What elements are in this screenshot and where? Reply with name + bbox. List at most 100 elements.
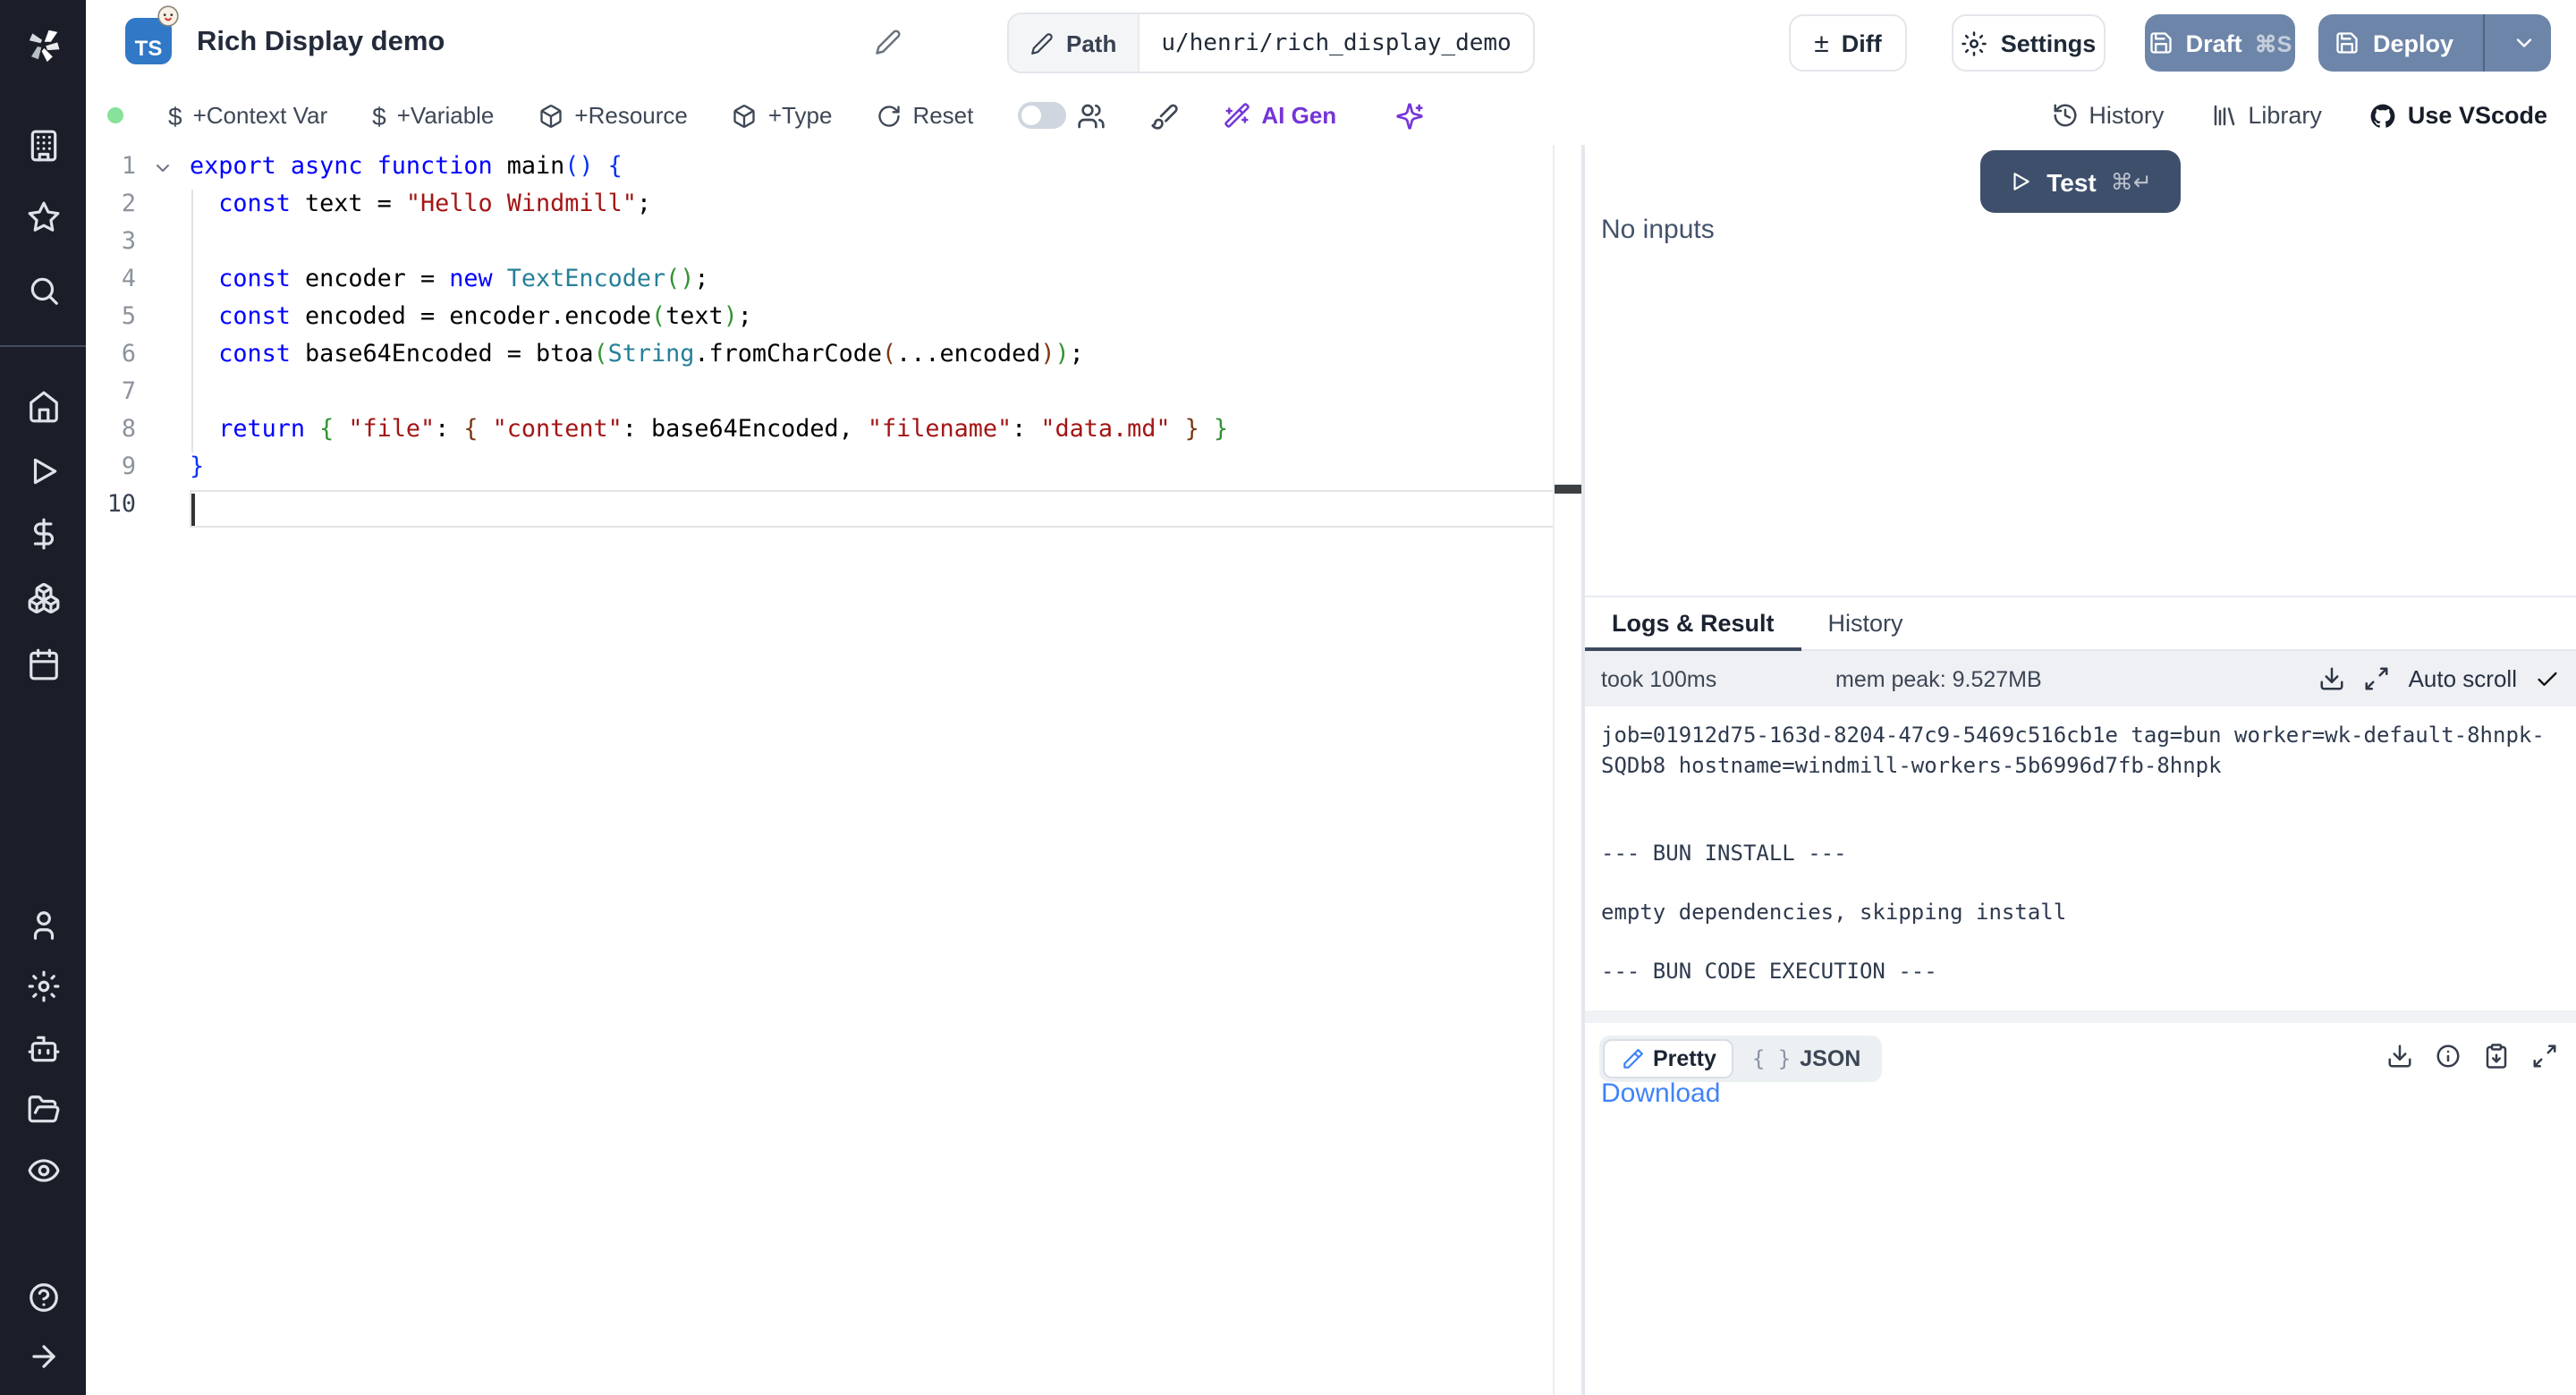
fold-gutter — [136, 299, 190, 336]
deploy-main[interactable]: Deploy — [2318, 14, 2470, 72]
sidebar-item-help[interactable] — [0, 1268, 86, 1325]
add-variable-button[interactable]: $ +Variable — [372, 101, 494, 130]
overview-ruler[interactable] — [1553, 145, 1581, 1395]
copy-result-icon[interactable] — [2483, 1043, 2510, 1070]
save-icon — [2335, 30, 2360, 55]
dollar-icon — [26, 516, 60, 550]
result-view-switch: Pretty { } JSON — [1599, 1036, 1882, 1082]
path-button[interactable]: Path u/henri/rich_display_demo — [1007, 13, 1535, 73]
no-inputs-text: No inputs — [1601, 215, 1715, 245]
sidebar-item-workspace[interactable] — [0, 116, 86, 173]
code-line[interactable]: 5 const encoded = encoder.encode(text); — [86, 299, 1581, 336]
fold-gutter — [136, 148, 190, 186]
windmill-script-editor: TS Rich Display demo Path u/henri/rich_d… — [0, 0, 2576, 1395]
edit-title-button[interactable] — [875, 29, 902, 55]
code-text[interactable]: const text = "Hello Windmill"; — [190, 186, 1581, 224]
code-line[interactable]: 2 const text = "Hello Windmill"; — [86, 186, 1581, 224]
sidebar-expand[interactable] — [0, 1327, 86, 1384]
test-label: Test — [2046, 167, 2097, 196]
windmill-logo[interactable] — [0, 16, 86, 73]
download-result-icon[interactable] — [2386, 1043, 2413, 1070]
folder-open-icon — [26, 1092, 60, 1126]
history-icon — [2051, 102, 2078, 129]
settings-button[interactable]: Settings — [1952, 14, 2106, 72]
ai-sparkles-button[interactable] — [1395, 101, 1424, 130]
type-label: +Type — [768, 102, 833, 129]
fold-gutter — [136, 411, 190, 449]
code-text[interactable]: return { "file": { "content": base64Enco… — [190, 411, 1581, 449]
job-logs[interactable]: job=01912d75-163d-8204-47c9-5469c516cb1e… — [1585, 706, 2576, 1010]
code-text[interactable]: const encoded = encoder.encode(text); — [190, 299, 1581, 336]
diff-button[interactable]: ± Diff — [1789, 14, 1907, 72]
logs-result-splitter[interactable] — [1585, 1010, 2576, 1023]
info-icon[interactable] — [2435, 1043, 2462, 1070]
ai-gen-button[interactable]: AI Gen — [1224, 102, 1336, 129]
diff-mode-toggle[interactable] — [1018, 102, 1066, 129]
sidebar-item-schedules[interactable] — [0, 635, 86, 692]
context-var-label: +Context Var — [193, 102, 328, 129]
sidebar-item-favorites[interactable] — [0, 188, 86, 245]
code-line[interactable]: 8 return { "file": { "content": base64En… — [86, 411, 1581, 449]
tab-logs-result[interactable]: Logs & Result — [1585, 597, 1801, 649]
library-button[interactable]: Library — [2210, 102, 2322, 129]
sidebar-item-runs[interactable] — [0, 442, 86, 499]
download-file-link[interactable]: Download — [1601, 1078, 1720, 1109]
code-line[interactable]: 1export async function main() { — [86, 148, 1581, 186]
code-line[interactable]: 9} — [86, 449, 1581, 486]
code-line[interactable]: 6 const base64Encoded = btoa(String.from… — [86, 336, 1581, 374]
code-line[interactable]: 3 — [86, 224, 1581, 261]
sidebar-item-audit-logs[interactable] — [0, 1141, 86, 1198]
code-line[interactable]: 7 — [86, 374, 1581, 411]
code-text[interactable] — [190, 486, 1581, 524]
code-line[interactable]: 4 const encoder = new TextEncoder(); — [86, 261, 1581, 299]
run-statusbar: took 100ms mem peak: 9.527MB Auto scroll — [1585, 651, 2576, 706]
code-line[interactable]: 10 — [86, 486, 1581, 524]
add-resource-button[interactable]: +Resource — [538, 102, 687, 129]
code-text[interactable] — [190, 224, 1581, 261]
download-logs-icon[interactable] — [2319, 665, 2346, 692]
sidebar-item-search[interactable] — [0, 261, 86, 318]
package-icon — [733, 103, 758, 128]
code-text[interactable] — [190, 374, 1581, 411]
sidebar-item-settings[interactable] — [0, 957, 86, 1014]
view-pretty-button[interactable]: Pretty — [1603, 1039, 1734, 1078]
sidebar-item-users[interactable] — [0, 896, 86, 953]
history-button[interactable]: History — [2051, 102, 2164, 129]
reset-button[interactable]: Reset — [877, 102, 973, 129]
code-text[interactable]: const encoder = new TextEncoder(); — [190, 261, 1581, 299]
json-label: JSON — [1800, 1046, 1860, 1071]
sidebar-item-home[interactable] — [0, 377, 86, 435]
tab-history[interactable]: History — [1801, 597, 1930, 649]
sidebar-item-variables[interactable] — [0, 504, 86, 562]
save-draft-button[interactable]: Draft ⌘S — [2145, 14, 2295, 72]
expand-logs-icon[interactable] — [2364, 665, 2391, 692]
toolbar-right: History Library Use VScode — [2051, 101, 2576, 130]
test-button[interactable]: Test ⌘↵ — [1980, 150, 2181, 213]
auto-scroll-check-icon[interactable] — [2535, 666, 2560, 691]
fold-chevron-icon[interactable] — [152, 156, 174, 178]
sidebar-item-resources[interactable] — [0, 569, 86, 626]
collaborators-button[interactable] — [1077, 101, 1106, 130]
format-button[interactable] — [1150, 101, 1179, 130]
deploy-dropdown[interactable] — [2497, 14, 2551, 72]
code-text[interactable]: const base64Encoded = btoa(String.fromCh… — [190, 336, 1581, 374]
calendar-icon — [26, 647, 60, 681]
code-text[interactable]: } — [190, 449, 1581, 486]
expand-result-icon[interactable] — [2531, 1043, 2558, 1070]
code-text[interactable]: export async function main() { — [190, 148, 1581, 186]
sidebar-item-folders[interactable] — [0, 1080, 86, 1137]
deploy-button[interactable]: Deploy — [2318, 14, 2551, 72]
duration-text: took 100ms — [1601, 666, 1716, 691]
reset-label: Reset — [912, 102, 973, 129]
add-context-var-button[interactable]: $ +Context Var — [168, 101, 327, 130]
line-number: 7 — [86, 374, 136, 411]
sidebar-item-workers[interactable] — [0, 1019, 86, 1077]
code-editor[interactable]: 1export async function main() {2 const t… — [86, 145, 1581, 1395]
ai-gen-label: AI Gen — [1261, 102, 1336, 129]
dollar-icon: $ — [372, 101, 386, 130]
line-number: 9 — [86, 449, 136, 486]
resource-label: +Resource — [574, 102, 687, 129]
add-type-button[interactable]: +Type — [733, 102, 833, 129]
view-json-button[interactable]: { } JSON — [1734, 1039, 1878, 1078]
use-vscode-button[interactable]: Use VScode — [2368, 101, 2547, 130]
